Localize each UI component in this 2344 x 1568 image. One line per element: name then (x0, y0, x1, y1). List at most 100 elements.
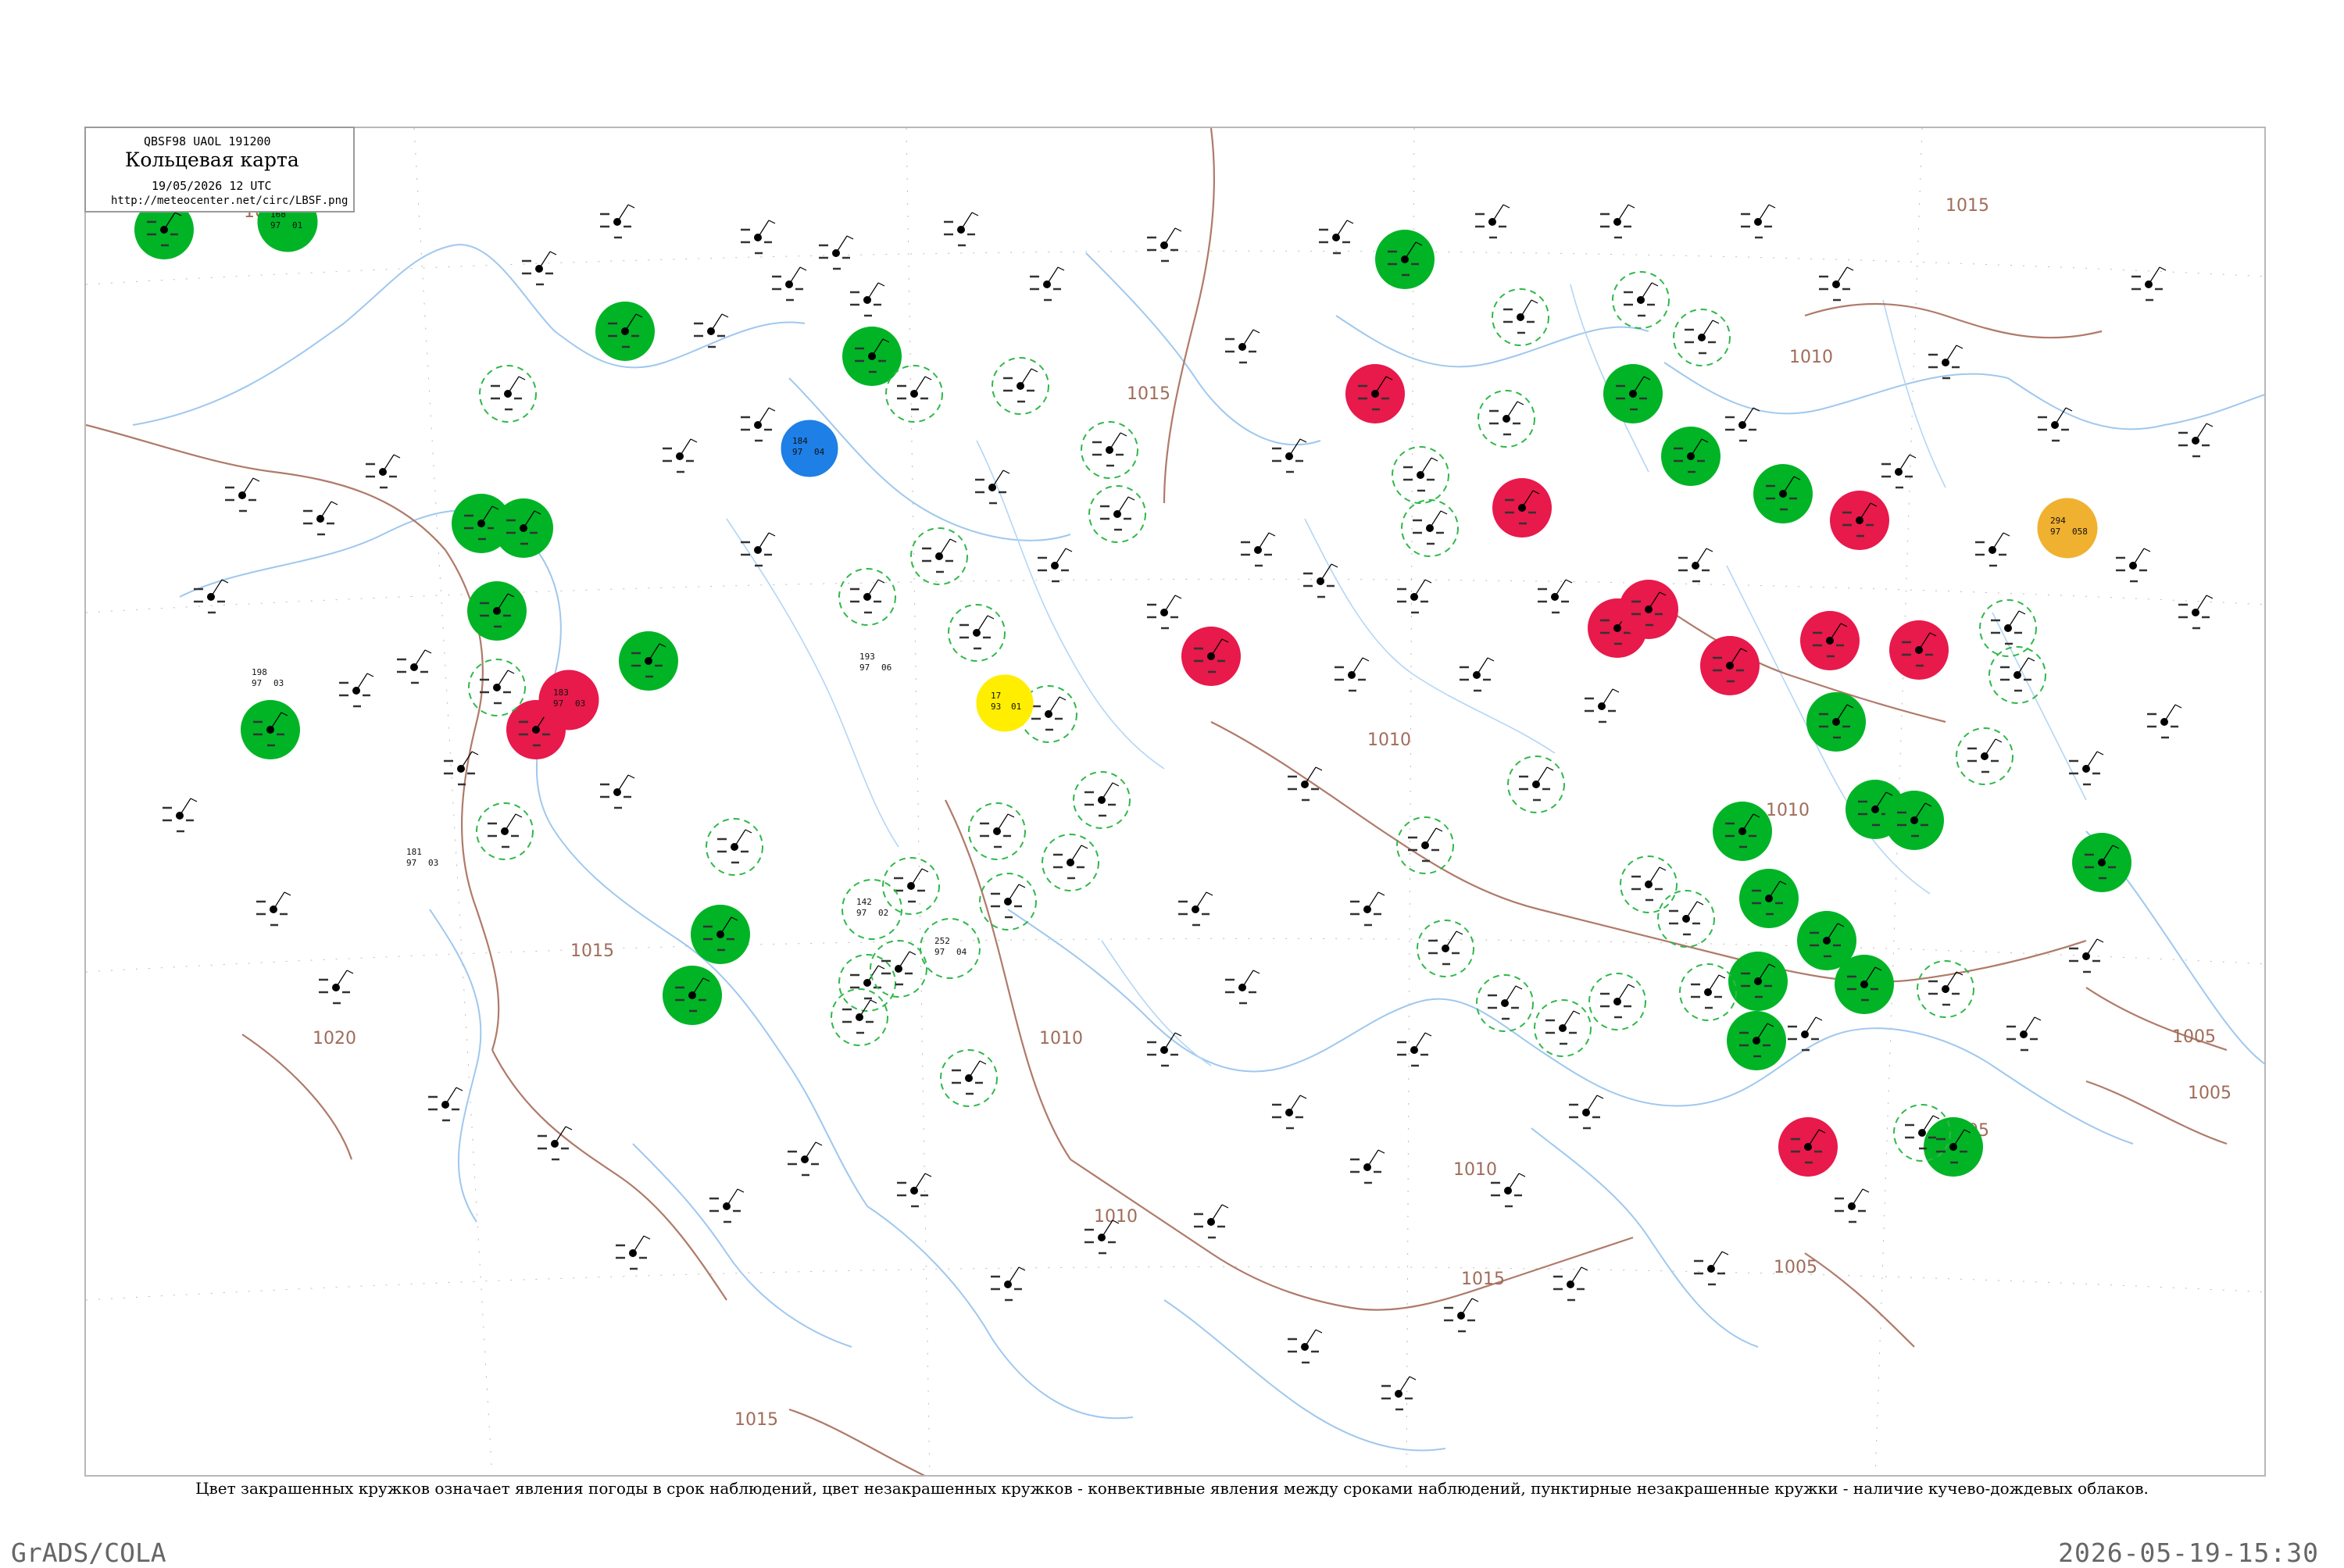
station-plot[interactable] (1553, 1266, 1588, 1302)
station-weather-marker[interactable] (1806, 692, 1866, 752)
station-plot[interactable] (2147, 704, 2182, 739)
station-weather-marker[interactable] (1739, 869, 1799, 928)
station-plot[interactable] (1225, 970, 1260, 1005)
station-cb-marker[interactable] (1620, 855, 1678, 913)
station-weather-marker[interactable] (663, 966, 722, 1025)
station-plot[interactable] (1319, 220, 1354, 255)
station-cb-marker[interactable] (1956, 727, 2013, 785)
station-plot[interactable] (1928, 345, 1963, 380)
station-plot[interactable] (1397, 1032, 1432, 1067)
station-cb-marker[interactable] (831, 988, 888, 1046)
station-plot[interactable] (1147, 595, 1182, 630)
station-plot[interactable] (2116, 548, 2151, 583)
station-weather-marker[interactable] (1889, 620, 1949, 680)
station-weather-marker[interactable] (467, 581, 527, 641)
station-plot[interactable] (741, 407, 776, 442)
station-plot[interactable] (600, 204, 635, 239)
station-plot[interactable] (163, 798, 198, 833)
station-plain-sample[interactable]: 198 97 03 (252, 667, 284, 688)
station-plain-sample[interactable]: 181 97 03 (406, 847, 438, 868)
station-plot[interactable] (1381, 1376, 1417, 1411)
station-cb-marker[interactable] (910, 527, 968, 585)
station-plot[interactable] (1225, 329, 1260, 364)
station-cb-sample[interactable]: 252 97 04 (920, 918, 981, 979)
station-weather-marker[interactable] (1778, 1117, 1838, 1177)
station-weather-marker[interactable] (691, 905, 750, 964)
station-cb-marker[interactable] (1476, 974, 1534, 1032)
station-cb-marker[interactable] (1401, 499, 1459, 557)
station-thunder-sample[interactable]: 183 97 03 (538, 670, 599, 730)
station-weather-marker[interactable] (1375, 230, 1435, 289)
station-plot[interactable] (2069, 751, 2104, 786)
station-plot[interactable] (1272, 1095, 1307, 1130)
station-plot[interactable] (1303, 563, 1338, 598)
station-plot[interactable] (303, 501, 338, 536)
station-plot[interactable] (1741, 204, 1776, 239)
station-weather-marker[interactable] (1728, 952, 1788, 1011)
station-cb-marker[interactable] (838, 568, 896, 626)
station-plot[interactable] (772, 266, 807, 302)
station-cb-marker[interactable] (479, 365, 537, 423)
station-plot[interactable] (741, 220, 776, 255)
station-weather-marker[interactable] (1835, 955, 1894, 1014)
station-plot[interactable] (1335, 657, 1370, 692)
station-weather-marker[interactable] (241, 700, 300, 759)
station-plot[interactable] (2131, 266, 2167, 302)
station-plot[interactable] (256, 891, 291, 927)
station-cb-marker[interactable] (1612, 271, 1670, 329)
station-plot[interactable] (741, 532, 776, 567)
station-plot[interactable] (2178, 423, 2214, 458)
station-plot[interactable] (1569, 1095, 1604, 1130)
station-weather-marker[interactable] (1492, 478, 1552, 538)
station-plot[interactable] (319, 970, 354, 1005)
station-plot[interactable] (1585, 688, 1620, 723)
station-plot[interactable] (1694, 1251, 1729, 1286)
station-plain-sample[interactable]: 193 97 06 (859, 652, 892, 673)
station-dust-sample[interactable]: 294 97 058 (2037, 498, 2098, 559)
station-cb-marker[interactable] (1679, 963, 1737, 1021)
station-plot[interactable] (600, 774, 635, 809)
station-weather-marker[interactable] (1753, 464, 1813, 523)
station-weather-marker[interactable] (1619, 580, 1678, 639)
station-plot[interactable] (1881, 454, 1917, 489)
station-weather-marker[interactable] (1800, 611, 1860, 670)
station-cb-marker[interactable] (992, 357, 1049, 415)
station-cb-marker[interactable] (1507, 755, 1565, 813)
station-plot[interactable] (428, 1087, 463, 1122)
station-cb-marker[interactable] (468, 659, 526, 716)
station-plot[interactable] (1819, 266, 1854, 302)
station-plot[interactable] (616, 1235, 651, 1270)
station-plot[interactable] (1725, 407, 1760, 442)
station-cb-marker[interactable] (1417, 920, 1474, 977)
station-cb-marker[interactable] (1534, 999, 1592, 1057)
station-plot[interactable] (444, 751, 479, 786)
station-plot[interactable] (1241, 532, 1276, 567)
station-plot[interactable] (1678, 548, 1713, 583)
station-cb-marker[interactable] (1917, 960, 1974, 1018)
station-cb-marker[interactable] (1042, 834, 1099, 891)
station-plot[interactable] (1178, 891, 1213, 927)
station-plot[interactable] (1460, 657, 1495, 692)
station-plot[interactable] (1350, 891, 1385, 927)
station-plot[interactable] (1194, 1204, 1229, 1239)
station-cb-marker[interactable] (1588, 973, 1646, 1030)
station-plot[interactable] (397, 649, 432, 684)
station-cb-marker[interactable] (1478, 390, 1535, 448)
station-cb-marker[interactable] (948, 604, 1006, 662)
station-weather-marker[interactable] (2072, 833, 2131, 892)
station-cb-marker[interactable] (838, 954, 896, 1012)
station-weather-marker[interactable] (1181, 627, 1241, 686)
station-weather-marker[interactable] (1661, 427, 1720, 486)
station-cb-marker[interactable] (1673, 309, 1731, 366)
station-plot[interactable] (1288, 766, 1323, 802)
station-plot[interactable] (788, 1141, 823, 1177)
station-plot[interactable] (339, 673, 374, 708)
station-cb-marker[interactable] (476, 802, 534, 860)
station-plot[interactable] (1475, 204, 1510, 239)
station-weather-marker[interactable] (1345, 364, 1405, 423)
station-cb-marker[interactable] (1088, 485, 1146, 543)
station-weather-marker[interactable] (842, 327, 902, 386)
station-weather-marker[interactable] (619, 631, 678, 691)
station-cb-marker[interactable] (1492, 288, 1549, 346)
station-cb-sample[interactable]: 142 97 02 (841, 879, 902, 940)
